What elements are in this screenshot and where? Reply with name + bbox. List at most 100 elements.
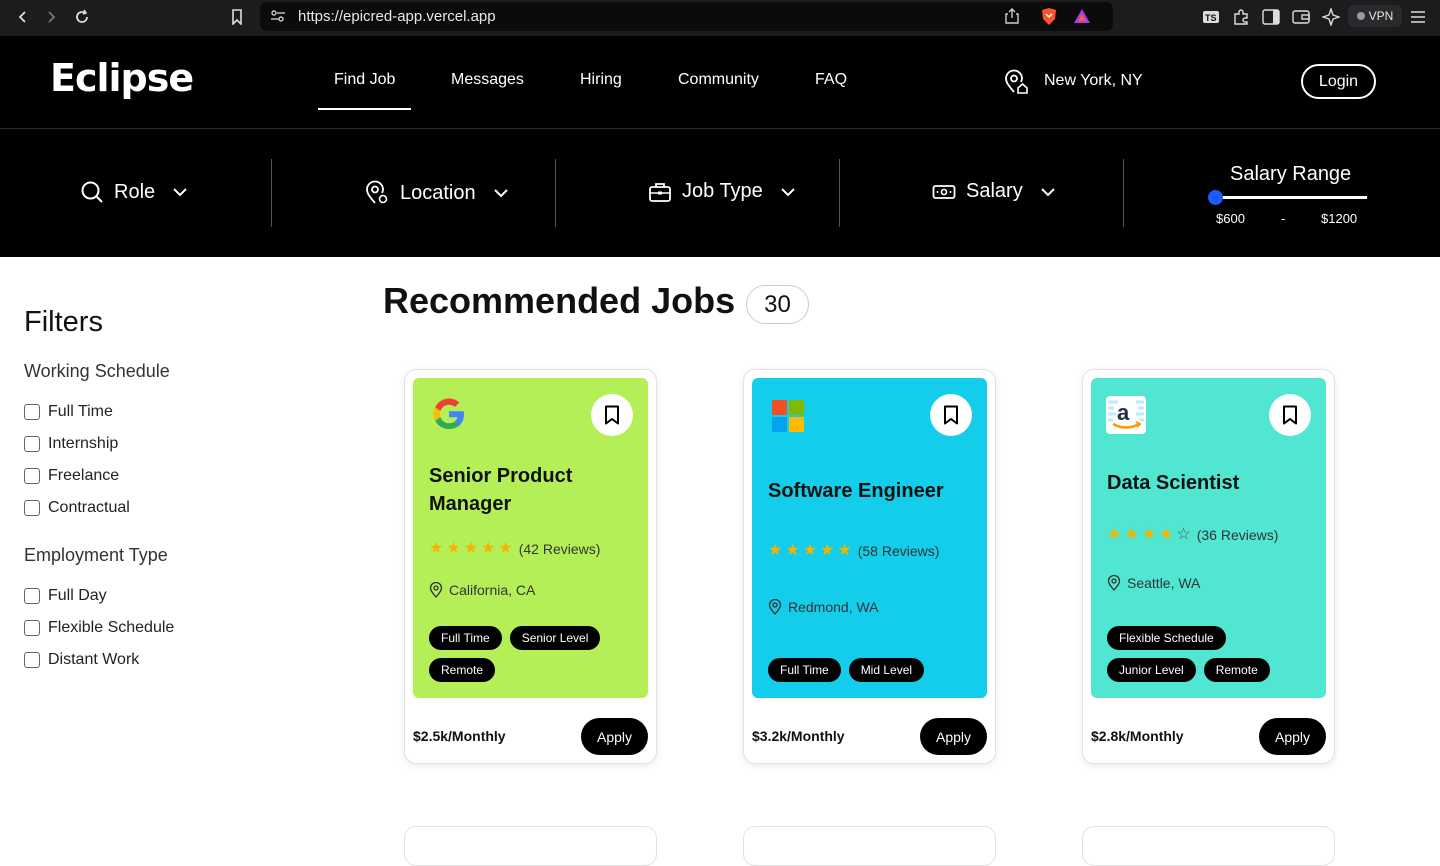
role-dropdown[interactable]: Role (80, 180, 189, 204)
vpn-label: VPN (1368, 9, 1394, 23)
filter-full-time[interactable]: Full Time (24, 403, 113, 421)
apply-button[interactable]: Apply (581, 718, 648, 755)
job-location: Redmond, WA (768, 599, 879, 615)
extension-ts-icon[interactable]: TS (1200, 6, 1222, 28)
filter-freelance[interactable]: Freelance (24, 467, 119, 485)
checkbox[interactable] (24, 436, 40, 452)
nav-community[interactable]: Community (678, 71, 759, 89)
extensions-puzzle-icon[interactable] (1230, 6, 1252, 28)
job-tag: Flexible Schedule (1107, 626, 1226, 650)
star-icon: ★ (1159, 526, 1174, 543)
filters-title: Filters (24, 306, 103, 338)
cash-icon (932, 184, 956, 199)
job-tag: Junior Level (1107, 658, 1196, 682)
apply-button[interactable]: Apply (920, 718, 987, 755)
menu-icon[interactable] (1407, 6, 1429, 28)
bookmark-icon (605, 405, 619, 425)
header-location[interactable]: New York, NY (1044, 72, 1143, 90)
bookmark-button[interactable] (591, 394, 633, 436)
nav-find-job[interactable]: Find Job (334, 71, 395, 89)
login-button[interactable]: Login (1301, 64, 1376, 99)
forward-icon[interactable] (40, 6, 62, 28)
filter-flexible-schedule[interactable]: Flexible Schedule (24, 619, 174, 637)
vpn-button[interactable]: VPN (1348, 5, 1402, 27)
checkbox[interactable] (24, 468, 40, 484)
star-icon: ★ (481, 540, 496, 557)
working-schedule-title: Working Schedule (24, 361, 170, 381)
job-location: California, CA (429, 582, 535, 598)
bookmark-icon (944, 405, 958, 425)
job-card[interactable] (743, 826, 996, 866)
brave-rewards-icon[interactable] (1073, 8, 1091, 29)
bookmark-button[interactable] (1269, 394, 1311, 436)
bookmark-icon (1283, 405, 1297, 425)
salary-dropdown[interactable]: Salary (932, 180, 1057, 203)
nav-faq[interactable]: FAQ (815, 71, 847, 89)
salary-range-track[interactable] (1215, 196, 1367, 199)
chevron-down-icon (781, 187, 795, 196)
filter-full-day[interactable]: Full Day (24, 587, 107, 605)
job-card[interactable] (404, 826, 657, 866)
star-icon: ★ (768, 542, 783, 559)
filter-label: Full Time (48, 403, 113, 420)
site-settings-icon[interactable] (270, 9, 286, 28)
address-bar[interactable]: https://epicred-app.vercel.app (260, 2, 1113, 31)
eclipse-logo[interactable]: Eclipse (50, 56, 194, 100)
briefcase-icon (649, 182, 671, 202)
filter-label: Internship (48, 435, 119, 452)
filter-contractual[interactable]: Contractual (24, 499, 130, 517)
job-tag: Mid Level (848, 658, 925, 682)
rating: ★ ★ ★ ★ ☆ (36 Reviews) (1107, 526, 1278, 544)
filter-internship[interactable]: Internship (24, 435, 118, 453)
star-icon: ★ (785, 542, 800, 559)
bookmark-button[interactable] (930, 394, 972, 436)
job-tag: Remote (429, 658, 496, 682)
checkbox[interactable] (24, 588, 40, 604)
brave-shield-icon[interactable] (1040, 7, 1058, 31)
site-header: Eclipse Find Job Messages Hiring Communi… (0, 36, 1440, 128)
job-card[interactable]: Software Engineer ★ ★ ★ ★ ★ (58 Reviews) Red… (743, 369, 996, 764)
checkbox[interactable] (24, 500, 40, 516)
filter-label: Freelance (48, 467, 120, 484)
job-card[interactable]: a Data Scientist ★ ★ ★ ★ ☆ (36 Reviews) Seat… (1082, 369, 1335, 764)
job-location: Seattle, WA (1107, 575, 1200, 591)
back-icon[interactable] (12, 6, 34, 28)
job-card[interactable]: Senior Product Manager ★ ★ ★ ★ ★ (42 Reviews… (404, 369, 657, 764)
reload-icon[interactable] (71, 6, 93, 28)
salary-range-thumb[interactable] (1208, 190, 1223, 205)
star-icon: ★ (429, 540, 444, 557)
leo-ai-icon[interactable] (1320, 6, 1342, 28)
sidebar-toggle-icon[interactable] (1260, 6, 1282, 28)
nav-messages[interactable]: Messages (451, 71, 524, 89)
job-title[interactable]: Data Scientist (1107, 469, 1312, 497)
checkbox[interactable] (24, 620, 40, 636)
job-card-body: a Data Scientist ★ ★ ★ ★ ☆ (36 Reviews) Seat… (1091, 378, 1326, 698)
job-title[interactable]: Software Engineer (768, 477, 973, 505)
apply-button[interactable]: Apply (1259, 718, 1326, 755)
location-pin-icon (366, 180, 388, 204)
chevron-down-icon (493, 189, 508, 198)
salary-range-max: $1200 (1321, 211, 1358, 226)
filter-label: Contractual (48, 499, 130, 516)
filter-distant-work[interactable]: Distant Work (24, 651, 139, 669)
rating: ★ ★ ★ ★ ★ (58 Reviews) (768, 542, 939, 560)
location-text: Redmond, WA (788, 599, 879, 615)
share-icon[interactable] (1005, 8, 1019, 29)
star-icon: ★ (463, 540, 479, 557)
bookmark-page-icon[interactable] (226, 6, 248, 28)
star-icon: ★ (1107, 526, 1122, 543)
wallet-icon[interactable] (1290, 6, 1312, 28)
nav-hiring[interactable]: Hiring (580, 71, 622, 89)
job-title[interactable]: Senior Product Manager (429, 462, 634, 518)
checkbox[interactable] (24, 404, 40, 420)
jobs-count-badge: 30 (746, 285, 809, 324)
filter-label: Flexible Schedule (48, 619, 175, 636)
location-dropdown[interactable]: Location (364, 180, 510, 206)
job-type-dropdown[interactable]: Job Type (648, 180, 797, 203)
divider (839, 159, 840, 227)
job-salary: $2.8k/Monthly (1091, 728, 1184, 744)
vpn-status-icon (1356, 12, 1365, 20)
checkbox[interactable] (24, 652, 40, 668)
job-card[interactable] (1082, 826, 1335, 866)
star-icon: ★ (446, 540, 461, 557)
